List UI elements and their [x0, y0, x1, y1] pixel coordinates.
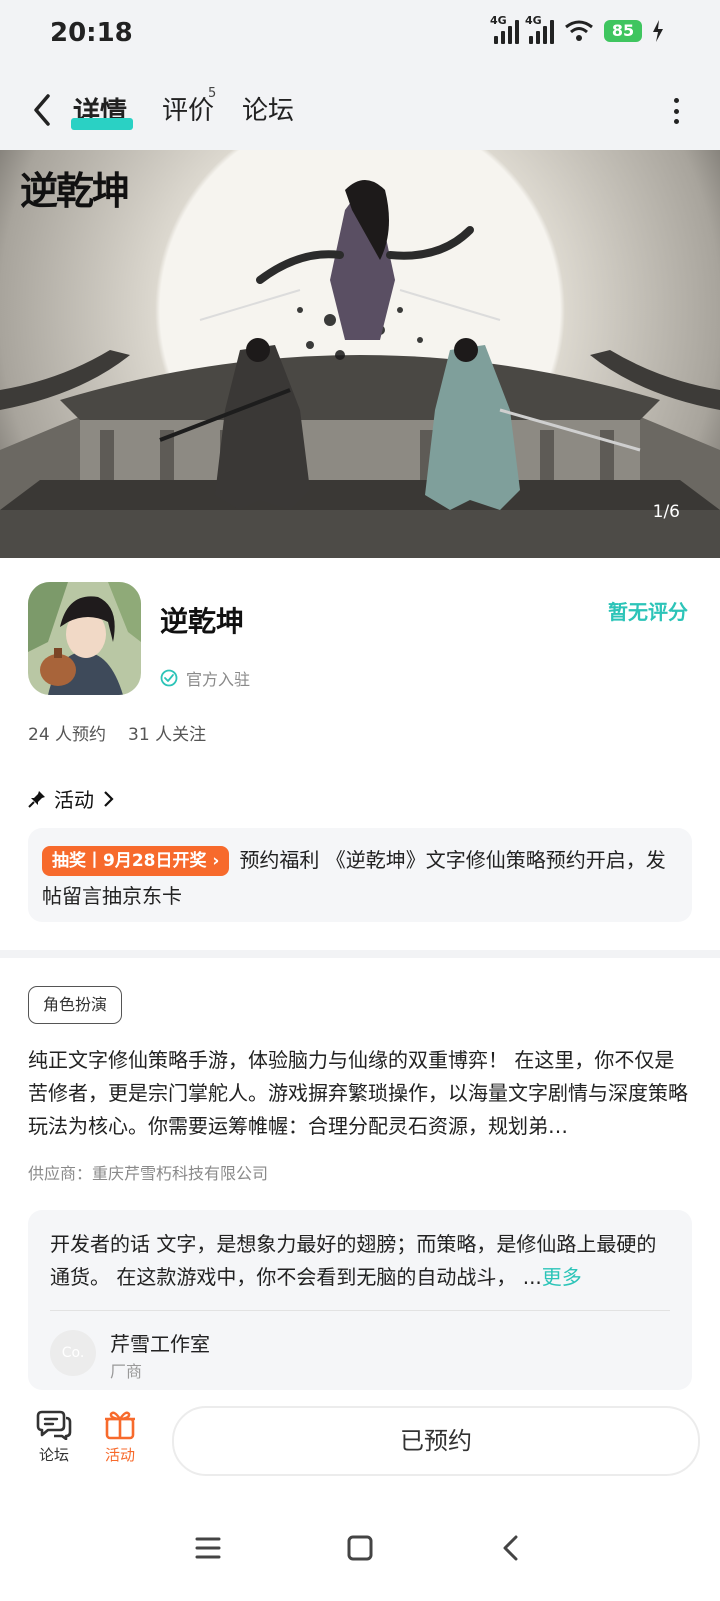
activity-button[interactable]: 活动 — [90, 1408, 150, 1465]
supplier-info: 供应商：重庆芹雪朽科技有限公司 — [28, 1164, 269, 1183]
tab-reviews[interactable]: 评价 — [162, 90, 214, 127]
more-options-icon[interactable] — [672, 98, 680, 124]
app-stats: 24 人预约 31 人关注 — [28, 720, 206, 745]
pin-icon — [28, 790, 45, 808]
reviews-count-badge: 5 — [208, 86, 217, 101]
chevron-right-icon — [104, 790, 114, 807]
app-name: 逆乾坤 — [160, 605, 245, 638]
more-link[interactable]: 更多 — [542, 1265, 582, 1289]
section-divider — [0, 950, 720, 958]
forum-chat-icon — [36, 1410, 72, 1440]
activity-card[interactable]: 抽奖丨9月28日开奖 › 预约福利 《逆乾坤》文字修仙策略预约开启，发帖留言抽京东… — [28, 828, 692, 922]
app-icon — [28, 582, 141, 695]
genre-tag[interactable]: 角色扮演 — [28, 986, 123, 1024]
back-nav-icon[interactable] — [498, 1534, 526, 1562]
forum-button[interactable]: 论坛 — [24, 1408, 84, 1465]
activity-title: 活动 — [54, 788, 94, 812]
follower-count: 31 人关注 — [128, 725, 207, 745]
lottery-badge: 抽奖丨9月28日开奖 › — [42, 846, 230, 876]
back-icon[interactable] — [28, 90, 58, 130]
rating-note: 暂无评分 — [608, 600, 688, 624]
system-navigation-bar — [0, 1510, 720, 1601]
verified-check-icon — [160, 669, 178, 687]
battery-indicator: 85 — [604, 20, 642, 42]
home-icon[interactable] — [346, 1534, 374, 1562]
status-time: 20:18 — [50, 18, 133, 48]
top-nav: 详情 评价 论坛 — [0, 70, 720, 150]
activity-label: 活动 — [104, 1446, 135, 1464]
status-bar: 20:18 4G 4G 85 — [0, 0, 720, 70]
carousel-counter: 1/6 — [652, 502, 680, 522]
signal-icon: 4G — [490, 14, 519, 44]
official-label: 官方入驻 — [186, 670, 251, 689]
status-icons: 4G 4G 85 — [490, 14, 664, 44]
bottom-action-bar: 论坛 活动 已预约 — [0, 1390, 720, 1500]
active-tab-indicator — [71, 118, 133, 130]
activity-header[interactable]: 活动 — [28, 784, 114, 813]
developer-message: 开发者的话 文字，是想象力最好的翅膀；而策略，是修仙路上最硬的通货。 在这款游戏… — [50, 1232, 657, 1289]
signal-icon: 4G — [525, 14, 554, 44]
developer-divider — [50, 1310, 670, 1311]
game-logo: 逆乾坤 — [20, 168, 130, 213]
reserved-button[interactable]: 已预约 — [172, 1406, 700, 1476]
game-description[interactable]: 纯正文字修仙策略手游，体验脑力与仙缘的双重博弈！ 在这里，你不仅是苦修者，更是宗… — [28, 1044, 692, 1143]
screenshot-carousel[interactable]: 逆乾坤 1/6 — [0, 150, 720, 558]
charging-icon — [653, 20, 663, 42]
tab-forum[interactable]: 论坛 — [242, 90, 294, 127]
developer-name[interactable]: 芹雪工作室 — [110, 1328, 210, 1357]
official-badge: 官方入驻 — [160, 666, 250, 690]
developer-avatar[interactable]: Co. — [50, 1330, 96, 1376]
forum-label: 论坛 — [38, 1446, 69, 1464]
gift-icon — [105, 1411, 135, 1440]
menu-icon[interactable] — [194, 1534, 222, 1562]
reservation-count: 24 人预约 — [28, 725, 107, 745]
activity-content: 抽奖丨9月28日开奖 › 预约福利 《逆乾坤》文字修仙策略预约开启，发帖留言抽京东… — [42, 842, 678, 914]
wifi-icon — [565, 20, 593, 41]
developer-role: 厂商 — [110, 1362, 143, 1381]
developer-card[interactable]: 开发者的话 文字，是想象力最好的翅膀；而策略，是修仙路上最硬的通货。 在这款游戏… — [28, 1210, 692, 1390]
